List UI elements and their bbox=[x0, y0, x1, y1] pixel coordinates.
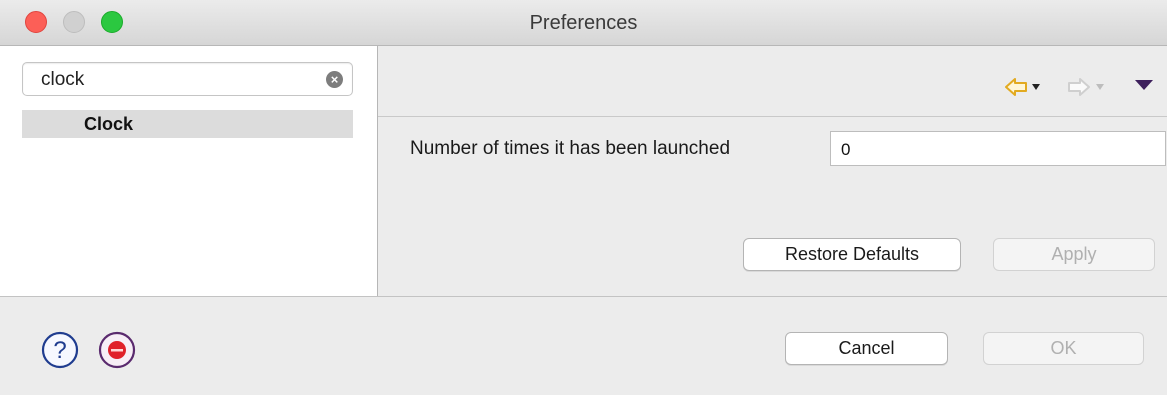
filter-input[interactable]: clock × bbox=[22, 62, 353, 96]
title-bar: Preferences bbox=[0, 0, 1167, 46]
apply-button[interactable]: Apply bbox=[993, 238, 1155, 271]
stop-icon[interactable] bbox=[98, 331, 136, 369]
window-title: Preferences bbox=[529, 12, 638, 34]
back-arrow-icon[interactable] bbox=[1005, 78, 1027, 96]
launch-count-label: Number of times it has been launched bbox=[410, 138, 731, 159]
launch-count-field[interactable]: 0 bbox=[830, 131, 1166, 166]
toolbar-divider bbox=[378, 116, 1167, 117]
forward-history-dropdown-icon[interactable] bbox=[1096, 84, 1104, 90]
tree-item-clock[interactable]: Clock bbox=[22, 110, 353, 138]
restore-defaults-button[interactable]: Restore Defaults bbox=[743, 238, 961, 271]
help-icon[interactable]: ? bbox=[41, 331, 79, 369]
svg-text:?: ? bbox=[53, 337, 66, 364]
ok-button[interactable]: OK bbox=[983, 332, 1144, 365]
cancel-button[interactable]: Cancel bbox=[785, 332, 948, 365]
preference-tree-panel: clock × Clock bbox=[0, 46, 378, 296]
footer-divider bbox=[0, 296, 1167, 297]
view-menu-icon[interactable] bbox=[1135, 80, 1153, 90]
back-history-dropdown-icon[interactable] bbox=[1032, 84, 1040, 90]
tree-item-label: Clock bbox=[84, 114, 134, 134]
filter-input-value[interactable]: clock bbox=[41, 69, 84, 91]
forward-arrow-icon[interactable] bbox=[1068, 78, 1090, 96]
clear-filter-icon[interactable]: × bbox=[326, 71, 343, 88]
